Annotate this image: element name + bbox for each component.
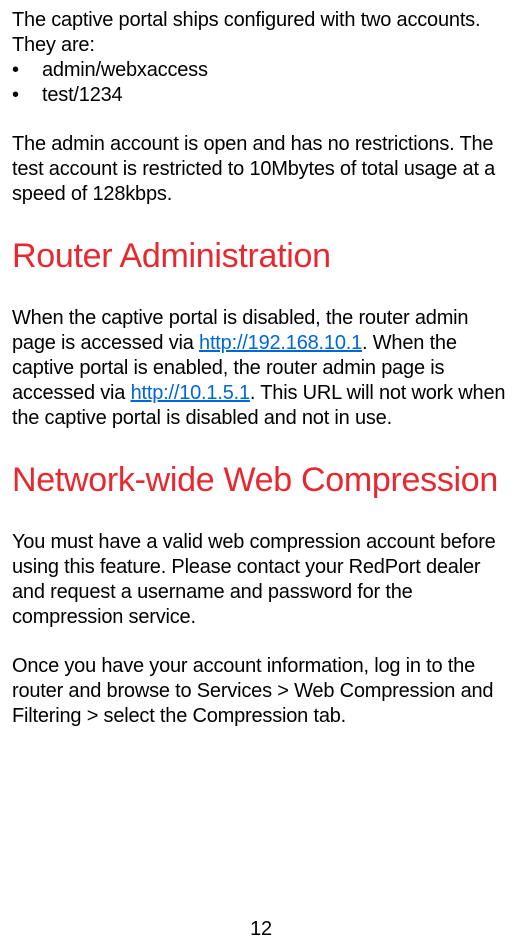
accounts-list: admin/webxaccess test/1234 <box>12 58 510 108</box>
compression-heading: Network-wide Web Compression <box>12 461 510 500</box>
list-item: test/1234 <box>12 83 510 108</box>
router-disabled-link[interactable]: http://192.168.10.1 <box>199 332 362 354</box>
page-number: 12 <box>0 917 522 942</box>
router-enabled-link[interactable]: http://10.1.5.1 <box>131 382 250 404</box>
compression-para-2: Once you have your account information, … <box>12 654 510 729</box>
router-admin-paragraph: When the captive portal is disabled, the… <box>12 306 510 431</box>
compression-para-1: You must have a valid web compression ac… <box>12 530 510 630</box>
intro-lead-text: The captive portal ships configured with… <box>12 8 510 58</box>
intro-description-text: The admin account is open and has no res… <box>12 132 510 207</box>
router-admin-heading: Router Administration <box>12 237 510 276</box>
list-item: admin/webxaccess <box>12 58 510 83</box>
